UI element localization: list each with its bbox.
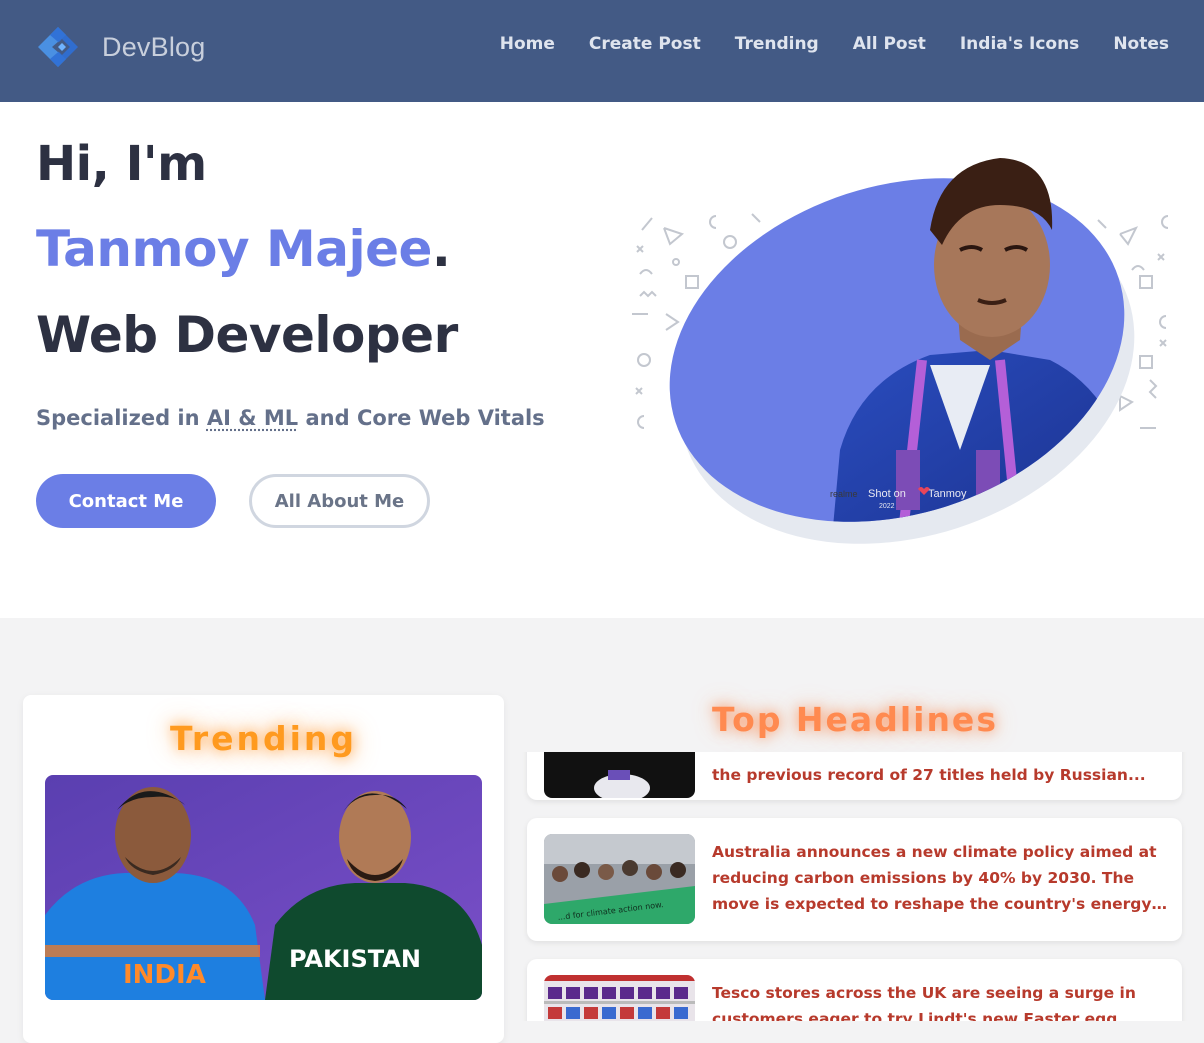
- hero-name-period: .: [431, 220, 451, 278]
- trending-card: Trending INDIA PAKISTAN: [23, 695, 504, 1043]
- headline-item[interactable]: the previous record of 27 titles held by…: [527, 752, 1182, 800]
- spec-abbr: AI & ML: [206, 406, 299, 430]
- headlines-list[interactable]: the previous record of 27 titles held by…: [520, 752, 1190, 1021]
- nav-link-trending[interactable]: Trending: [735, 34, 819, 54]
- trending-image[interactable]: INDIA PAKISTAN: [45, 775, 482, 1000]
- hero-specialization: Specialized in AI & ML and Core Web Vita…: [36, 406, 545, 430]
- logo-text: DevBlog: [102, 31, 206, 62]
- headline-item[interactable]: Tesco stores across the UK are seeing a …: [527, 959, 1182, 1021]
- hero-role: Web Developer: [36, 306, 458, 364]
- headline-thumbnail: [544, 975, 695, 1021]
- logo[interactable]: DevBlog: [34, 24, 205, 70]
- trending-title: Trending: [169, 719, 358, 758]
- headline-item[interactable]: ...d for climate action now. Australia a…: [527, 818, 1182, 941]
- hero-section: Hi, I'm Tanmoy Majee. Web Developer Spec…: [0, 102, 1204, 618]
- hero-name-line: Tanmoy Majee.: [36, 220, 451, 278]
- headline-text: the previous record of 27 titles held by…: [712, 766, 1146, 784]
- photo-watermark-line2: Tanmoy: [928, 488, 967, 500]
- jersey-text-india: INDIA: [123, 960, 206, 990]
- headline-thumbnail: [544, 752, 695, 798]
- nav-links: Home Create Post Trending All Post India…: [466, 34, 1169, 54]
- contact-me-button[interactable]: Contact Me: [36, 474, 216, 528]
- top-headlines-title: Top Headlines: [712, 700, 998, 739]
- nav-link-all-post[interactable]: All Post: [853, 34, 926, 54]
- nav-link-notes[interactable]: Notes: [1113, 34, 1169, 54]
- nav-link-home[interactable]: Home: [500, 34, 555, 54]
- headline-text: Tesco stores across the UK are seeing a …: [712, 984, 1136, 1021]
- hero-name: Tanmoy Majee: [36, 220, 432, 278]
- devblog-logo-icon: [38, 27, 78, 67]
- jersey-text-pakistan: PAKISTAN: [289, 945, 421, 973]
- headline-text: Australia announces a new climate policy…: [712, 843, 1157, 913]
- nav-link-create-post[interactable]: Create Post: [589, 34, 701, 54]
- photo-watermark-brand: realme: [830, 489, 858, 499]
- top-navbar: DevBlog Home Create Post Trending All Po…: [0, 0, 1204, 102]
- spec-prefix: Specialized in: [36, 406, 207, 430]
- photo-watermark-line1: Shot on: [868, 488, 906, 500]
- spec-suffix: and Core Web Vitals: [298, 406, 545, 430]
- profile-photo: realme Shot on 2022 Tanmoy: [669, 158, 1140, 560]
- nav-link-indias-icons[interactable]: India's Icons: [960, 34, 1079, 54]
- all-about-me-button[interactable]: All About Me: [249, 474, 430, 528]
- photo-watermark-year: 2022: [879, 503, 895, 510]
- hero-greeting: Hi, I'm: [36, 136, 207, 192]
- headline-thumbnail: ...d for climate action now.: [544, 834, 695, 924]
